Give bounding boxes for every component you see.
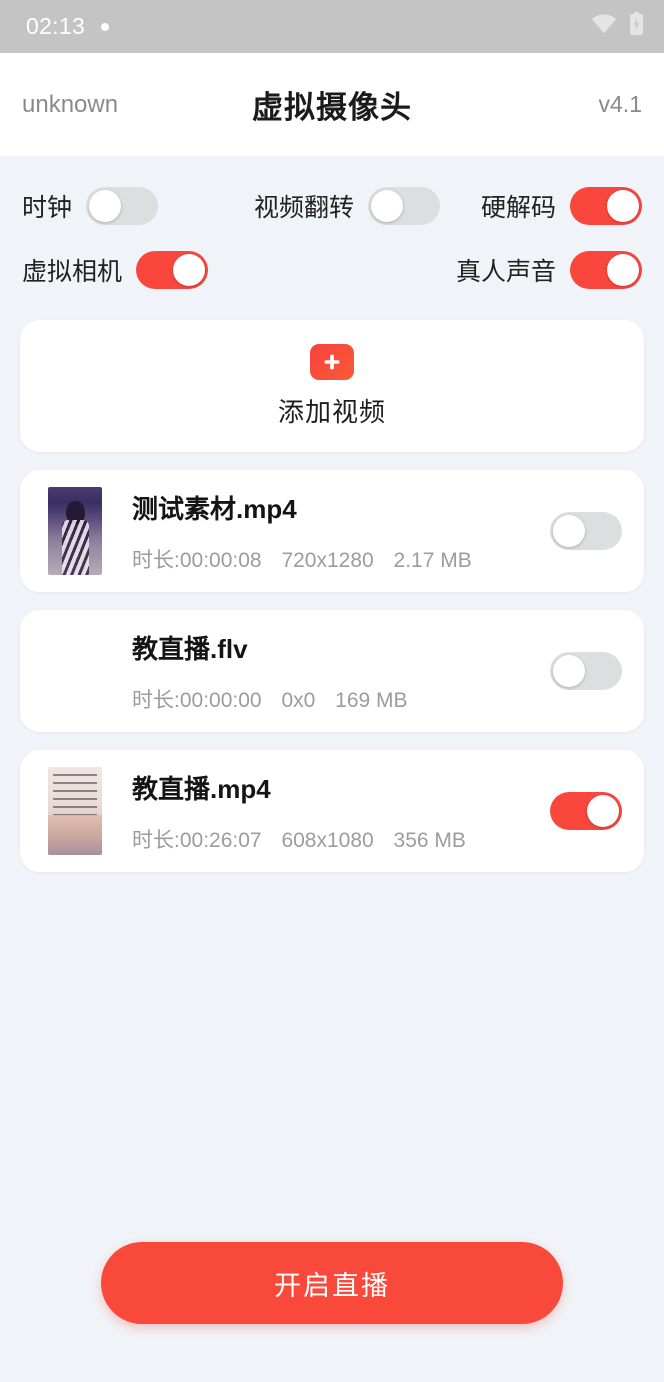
video-meta: 时长:00:00:08 720x1280 2.17 MB (132, 544, 540, 574)
setting-virtual-camera[interactable]: 虚拟相机 (22, 251, 246, 289)
content-card-list: 添加视频 测试素材.mp4 时长:00:00:08 720x1280 2.17 … (0, 310, 664, 872)
setting-video-flip-label: 视频翻转 (254, 194, 355, 222)
toggle-knob (587, 795, 619, 827)
video-resolution: 0x0 (281, 688, 316, 712)
video-title: 教直播.flv (132, 633, 248, 664)
video-resolution: 720x1280 (281, 548, 374, 572)
version-label: v4.1 (598, 91, 642, 117)
video-info: 教直播.mp4 时长:00:26:07 608x1080 356 MB (132, 769, 540, 854)
toggle-knob (553, 655, 585, 687)
video-meta: 时长:00:00:00 0x0 169 MB (132, 684, 540, 714)
video-meta: 时长:00:26:07 608x1080 356 MB (132, 824, 540, 854)
notification-dot-icon (101, 22, 110, 31)
start-live-button[interactable]: 开启直播 (101, 1242, 563, 1324)
video-info: 教直播.flv 时长:00:00:00 0x0 169 MB (132, 629, 540, 714)
toggle-knob (89, 190, 122, 222)
video-resolution: 608x1080 (281, 828, 374, 852)
plus-icon (310, 343, 354, 380)
wifi-icon (591, 14, 617, 39)
status-bar-right (591, 12, 644, 41)
setting-hardware-decode[interactable]: 硬解码 (472, 187, 642, 225)
video-info: 测试素材.mp4 时长:00:00:08 720x1280 2.17 MB (132, 489, 540, 574)
add-video-card[interactable]: 添加视频 (20, 320, 644, 452)
video-size: 356 MB (393, 828, 466, 852)
settings-switch-area: 时钟 视频翻转 硬解码 虚拟相机 真人声音 (0, 156, 664, 310)
setting-clock[interactable]: 时钟 (22, 187, 254, 225)
status-bar-clock: 02:13 (26, 13, 86, 39)
video-list-item[interactable]: 测试素材.mp4 时长:00:00:08 720x1280 2.17 MB (20, 470, 644, 592)
video-title: 教直播.mp4 (132, 773, 271, 804)
video-list-item[interactable]: 教直播.flv 时长:00:00:00 0x0 169 MB (20, 610, 644, 732)
settings-switch-row-2: 虚拟相机 真人声音 (22, 238, 642, 302)
video-duration: 时长:00:00:08 (132, 548, 262, 572)
toggle-knob (553, 515, 585, 547)
status-bar-left: 02:13 (26, 13, 110, 40)
toggle-knob (371, 190, 404, 222)
setting-real-voice[interactable]: 真人声音 (456, 251, 642, 289)
setting-video-flip[interactable]: 视频翻转 (254, 187, 472, 225)
video-duration: 时长:00:00:00 (132, 688, 262, 712)
setting-clock-label: 时钟 (22, 194, 73, 222)
setting-video-flip-toggle[interactable] (368, 187, 441, 225)
setting-real-voice-label: 真人声音 (455, 258, 556, 286)
bottom-action-bar: 开启直播 (0, 1230, 664, 1382)
video-enable-toggle[interactable] (550, 652, 622, 690)
video-list-item[interactable]: 教直播.mp4 时长:00:26:07 608x1080 356 MB (20, 750, 644, 872)
video-size: 2.17 MB (393, 548, 472, 572)
video-enable-toggle[interactable] (550, 792, 622, 830)
video-thumbnail (48, 627, 102, 715)
settings-switch-row-1: 时钟 视频翻转 硬解码 (22, 174, 642, 238)
setting-hardware-decode-label: 硬解码 (480, 194, 556, 222)
toggle-knob (607, 254, 639, 286)
toggle-knob (607, 190, 639, 222)
setting-real-voice-toggle[interactable] (570, 251, 642, 289)
video-thumbnail (48, 487, 102, 575)
setting-clock-toggle[interactable] (86, 187, 159, 225)
video-duration: 时长:00:26:07 (132, 828, 262, 852)
toggle-knob (173, 254, 206, 286)
app-bar: unknown 虚拟摄像头 v4.1 (0, 53, 664, 156)
video-thumbnail (48, 767, 102, 855)
device-name-label: unknown (22, 90, 119, 118)
video-enable-toggle[interactable] (550, 512, 622, 550)
setting-virtual-camera-toggle[interactable] (136, 251, 209, 289)
add-video-label: 添加视频 (277, 396, 386, 427)
status-bar: 02:13 (0, 0, 664, 53)
video-size: 169 MB (335, 688, 408, 712)
setting-virtual-camera-label: 虚拟相机 (22, 258, 123, 286)
setting-hardware-decode-toggle[interactable] (570, 187, 642, 225)
video-title: 测试素材.mp4 (132, 493, 297, 524)
battery-charging-icon (629, 12, 644, 41)
